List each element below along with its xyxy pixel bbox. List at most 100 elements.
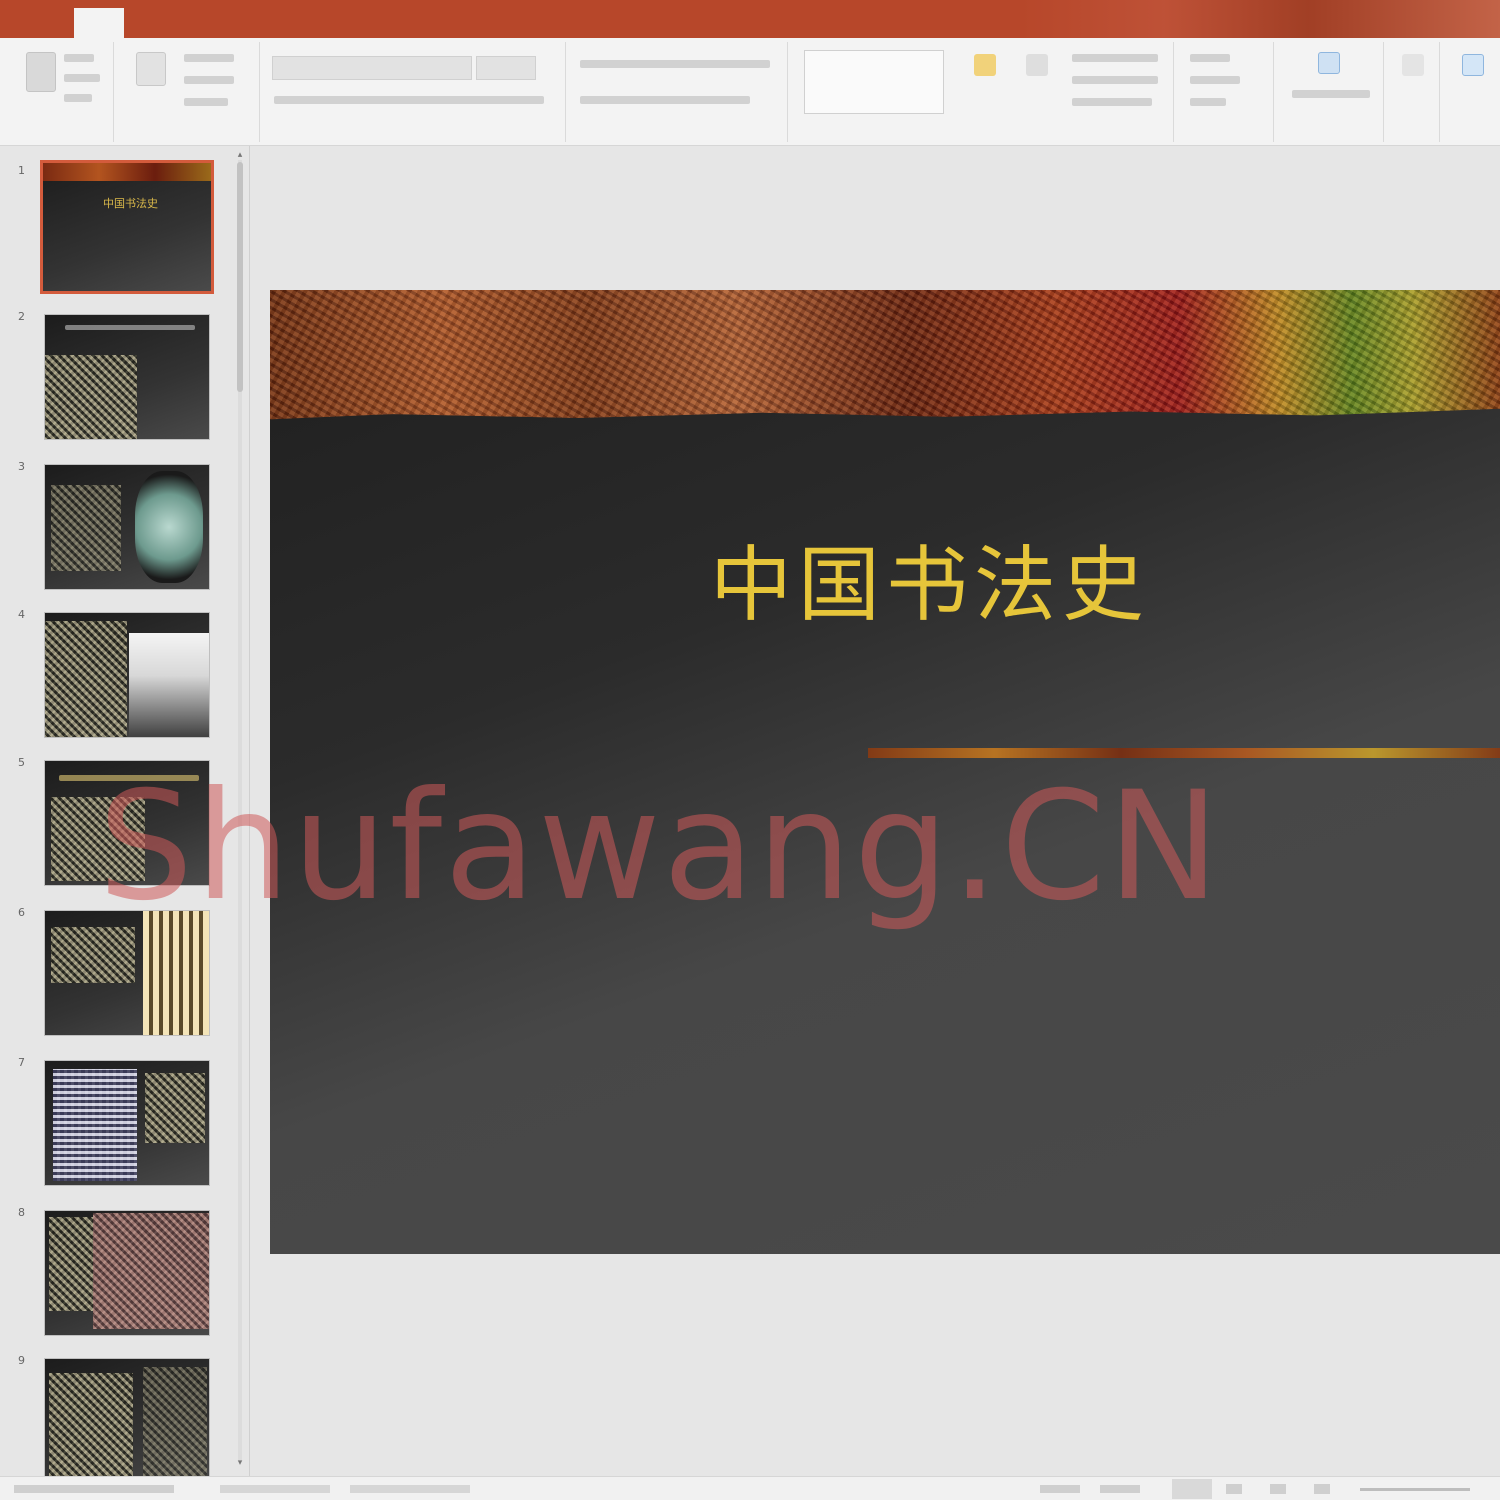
tab-home[interactable]	[74, 8, 124, 38]
quick-styles-icon[interactable]	[1026, 54, 1048, 76]
drawing-group	[792, 42, 1174, 142]
ribbon	[0, 38, 1500, 146]
editing-group	[1178, 42, 1274, 142]
tab-extra-1[interactable]	[680, 10, 710, 34]
design-ideas-icon[interactable]	[1402, 54, 1424, 76]
replace-button[interactable]	[1190, 76, 1240, 84]
thumb-title: 中国书法史	[103, 197, 158, 210]
alignment-buttons[interactable]	[580, 96, 750, 104]
tab-slideshow[interactable]	[362, 10, 392, 34]
slide-thumbnail-4[interactable]	[44, 612, 210, 738]
tab-help[interactable]	[626, 10, 656, 34]
ribbon-tab-bar	[0, 0, 1500, 38]
slides-group	[118, 42, 260, 142]
scroll-up-icon[interactable]: ▴	[235, 150, 245, 160]
tab-extra-2[interactable]	[736, 10, 786, 34]
thumb-image	[135, 471, 203, 583]
tab-tell-me[interactable]	[904, 10, 1014, 34]
layout-button[interactable]	[184, 54, 234, 62]
thumb-text-block	[51, 485, 121, 571]
scroll-down-icon[interactable]: ▾	[235, 1458, 245, 1468]
format-painter-button[interactable]	[64, 94, 92, 102]
thumb-number-9: 9	[18, 1354, 25, 1367]
font-group	[264, 42, 566, 142]
thumb-image	[45, 355, 137, 439]
copy-button[interactable]	[64, 74, 100, 82]
slide-thumbnail-7[interactable]	[44, 1060, 210, 1186]
thumb-image	[51, 797, 145, 881]
clipboard-group	[8, 42, 114, 142]
normal-view-icon[interactable]	[1172, 1479, 1212, 1499]
thumb-text-block	[49, 1217, 93, 1311]
slide-thumbnail-panel: 1 中国书法史 2 3 4 5 6 7 8 9	[0, 146, 250, 1476]
slide-canvas[interactable]: 中国书法史	[270, 290, 1500, 1254]
section-button[interactable]	[184, 98, 228, 106]
cut-button[interactable]	[64, 54, 94, 62]
accessibility-status[interactable]	[350, 1485, 470, 1493]
dictate-icon[interactable]	[1318, 52, 1340, 74]
tab-view[interactable]	[516, 10, 546, 34]
slide-decorative-rule	[868, 748, 1500, 758]
tab-review[interactable]	[418, 10, 488, 34]
slide-sorter-icon[interactable]	[1226, 1484, 1242, 1494]
thumb-strips-image	[143, 911, 209, 1035]
comments-toggle[interactable]	[1100, 1485, 1140, 1493]
slide-thumbnail-8[interactable]	[44, 1210, 210, 1336]
tab-design[interactable]	[196, 10, 226, 34]
select-button[interactable]	[1190, 98, 1226, 106]
thumb-text-block	[49, 1373, 133, 1476]
paragraph-group	[570, 42, 788, 142]
designer-group	[1388, 42, 1440, 142]
slide-title[interactable]: 中国书法史	[710, 518, 1150, 637]
language-status[interactable]	[220, 1485, 330, 1493]
slide-thumbnail-5[interactable]	[44, 760, 210, 886]
shape-outline-button[interactable]	[1072, 76, 1158, 84]
tab-animations[interactable]	[305, 10, 335, 34]
addins-group	[1444, 42, 1500, 142]
font-format-buttons[interactable]	[274, 96, 544, 104]
arrange-icon[interactable]	[974, 54, 996, 76]
thumb-number-8: 8	[18, 1206, 25, 1219]
list-buttons[interactable]	[580, 60, 770, 68]
slide-thumbnail-3[interactable]	[44, 464, 210, 590]
thumb-rubbing-image	[93, 1213, 209, 1329]
tab-transitions[interactable]	[250, 10, 280, 34]
font-name-select[interactable]	[272, 56, 472, 80]
status-bar	[0, 1476, 1500, 1500]
tab-file[interactable]	[28, 10, 56, 34]
slide-thumbnail-2[interactable]	[44, 314, 210, 440]
voice-group	[1278, 42, 1384, 142]
shapes-gallery[interactable]	[804, 50, 944, 114]
shape-fill-button[interactable]	[1072, 54, 1158, 62]
title-bar-decoration	[1020, 0, 1500, 38]
shape-effects-button[interactable]	[1072, 98, 1152, 106]
thumb-text-block	[51, 927, 135, 983]
slideshow-icon[interactable]	[1314, 1484, 1330, 1494]
reading-view-icon[interactable]	[1270, 1484, 1286, 1494]
slide-thumbnail-6[interactable]	[44, 910, 210, 1036]
slide-count-status	[14, 1485, 174, 1493]
thumb-heading	[59, 775, 199, 781]
new-slide-icon[interactable]	[136, 52, 166, 86]
thumbnail-scrollbar[interactable]: ▴ ▾	[233, 150, 247, 1470]
thumb-number-5: 5	[18, 756, 25, 769]
thumb-number-4: 4	[18, 608, 25, 621]
thumb-image	[143, 1367, 207, 1476]
font-size-select[interactable]	[476, 56, 536, 80]
slide-thumbnail-1[interactable]: 中国书法史	[40, 160, 214, 294]
thumb-document-image	[53, 1069, 137, 1181]
notes-toggle[interactable]	[1040, 1485, 1080, 1493]
thumb-text-block	[145, 1073, 205, 1143]
thumb-heading	[65, 325, 195, 330]
tab-insert[interactable]	[140, 10, 170, 34]
tab-extra-3[interactable]	[818, 10, 868, 34]
paste-icon[interactable]	[26, 52, 56, 92]
zoom-slider[interactable]	[1360, 1488, 1470, 1491]
find-button[interactable]	[1190, 54, 1230, 62]
thumb-text-block	[45, 621, 127, 737]
reset-button[interactable]	[184, 76, 234, 84]
scroll-thumb[interactable]	[237, 162, 243, 392]
slide-thumbnail-9[interactable]	[44, 1358, 210, 1476]
addins-icon[interactable]	[1462, 54, 1484, 76]
tab-recording[interactable]	[572, 10, 602, 34]
